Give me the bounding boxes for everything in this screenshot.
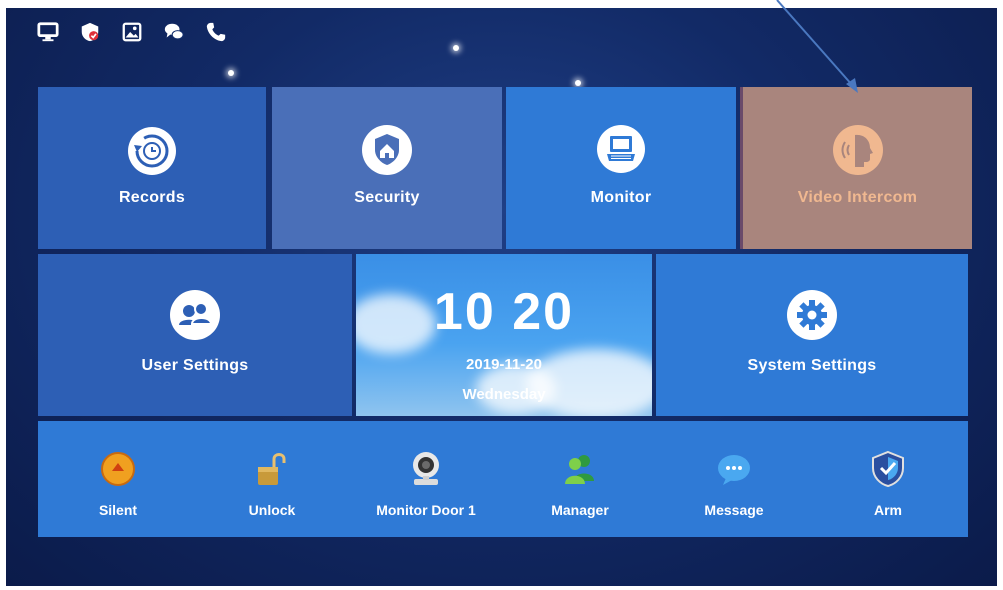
dock-item-monitor-door-1[interactable]: Monitor Door 1 xyxy=(356,421,496,537)
system-settings-label: System Settings xyxy=(747,357,877,374)
dock-label: Message xyxy=(704,502,764,518)
clock-time: 10 20 xyxy=(356,282,652,342)
clock-widget: 10 20 2019-11-20 Wednesday xyxy=(356,254,652,416)
records-icon xyxy=(126,125,178,182)
home-shield-icon xyxy=(360,123,414,182)
speaking-head-icon xyxy=(831,123,885,182)
arm-shield-icon xyxy=(868,449,908,489)
dock-item-arm[interactable]: Arm xyxy=(818,421,958,537)
message-bubble-icon xyxy=(714,449,754,489)
dock-label: Arm xyxy=(873,502,902,518)
manager-icon xyxy=(560,449,600,489)
clock-hours: 10 xyxy=(433,283,496,341)
chat-icon xyxy=(162,20,186,44)
dock-label: Manager xyxy=(551,502,609,518)
users-icon xyxy=(168,288,222,347)
dock-item-manager[interactable]: Manager xyxy=(510,421,650,537)
silent-icon xyxy=(98,449,138,489)
dock-label: Unlock xyxy=(248,502,296,518)
user-settings-label: User Settings xyxy=(141,357,249,374)
camera-icon xyxy=(406,449,446,489)
dock-label: Silent xyxy=(98,502,138,518)
dock-label: Monitor Door 1 xyxy=(376,502,476,518)
records-tile[interactable]: Records xyxy=(38,87,266,249)
monitor-tile[interactable]: Monitor xyxy=(506,87,736,249)
picture-icon xyxy=(120,20,144,44)
records-label: Records xyxy=(118,189,186,206)
security-label: Security xyxy=(354,189,420,206)
clock-date: 2019-11-20 xyxy=(466,356,542,373)
status-bar xyxy=(36,20,228,44)
padlock-open-icon xyxy=(252,449,292,489)
video-intercom-label: Video Intercom xyxy=(797,189,918,206)
user-settings-tile[interactable]: User Settings xyxy=(38,254,352,416)
star-decoration xyxy=(228,70,234,76)
clock-minutes: 20 xyxy=(512,283,575,341)
monitor-label: Monitor xyxy=(590,189,652,206)
dock-item-unlock[interactable]: Unlock xyxy=(202,421,342,537)
monitor-icon xyxy=(595,123,647,180)
dock-item-message[interactable]: Message xyxy=(664,421,804,537)
display-icon xyxy=(36,20,60,44)
video-intercom-tile[interactable]: Video Intercom xyxy=(740,87,972,249)
gear-icon xyxy=(785,288,839,347)
dock-item-silent[interactable]: Silent xyxy=(48,421,188,537)
intercom-screen: Records Security Monitor Video Intercom … xyxy=(6,8,997,586)
phone-icon xyxy=(204,20,228,44)
security-tile[interactable]: Security xyxy=(272,87,502,249)
shield-alert-icon xyxy=(78,20,102,44)
quick-action-dock: Silent Unlock Monitor Door 1 Manager Mes… xyxy=(38,421,968,537)
system-settings-tile[interactable]: System Settings xyxy=(656,254,968,416)
star-decoration xyxy=(453,45,459,51)
star-decoration xyxy=(575,80,581,86)
clock-day: Wednesday xyxy=(462,386,546,403)
